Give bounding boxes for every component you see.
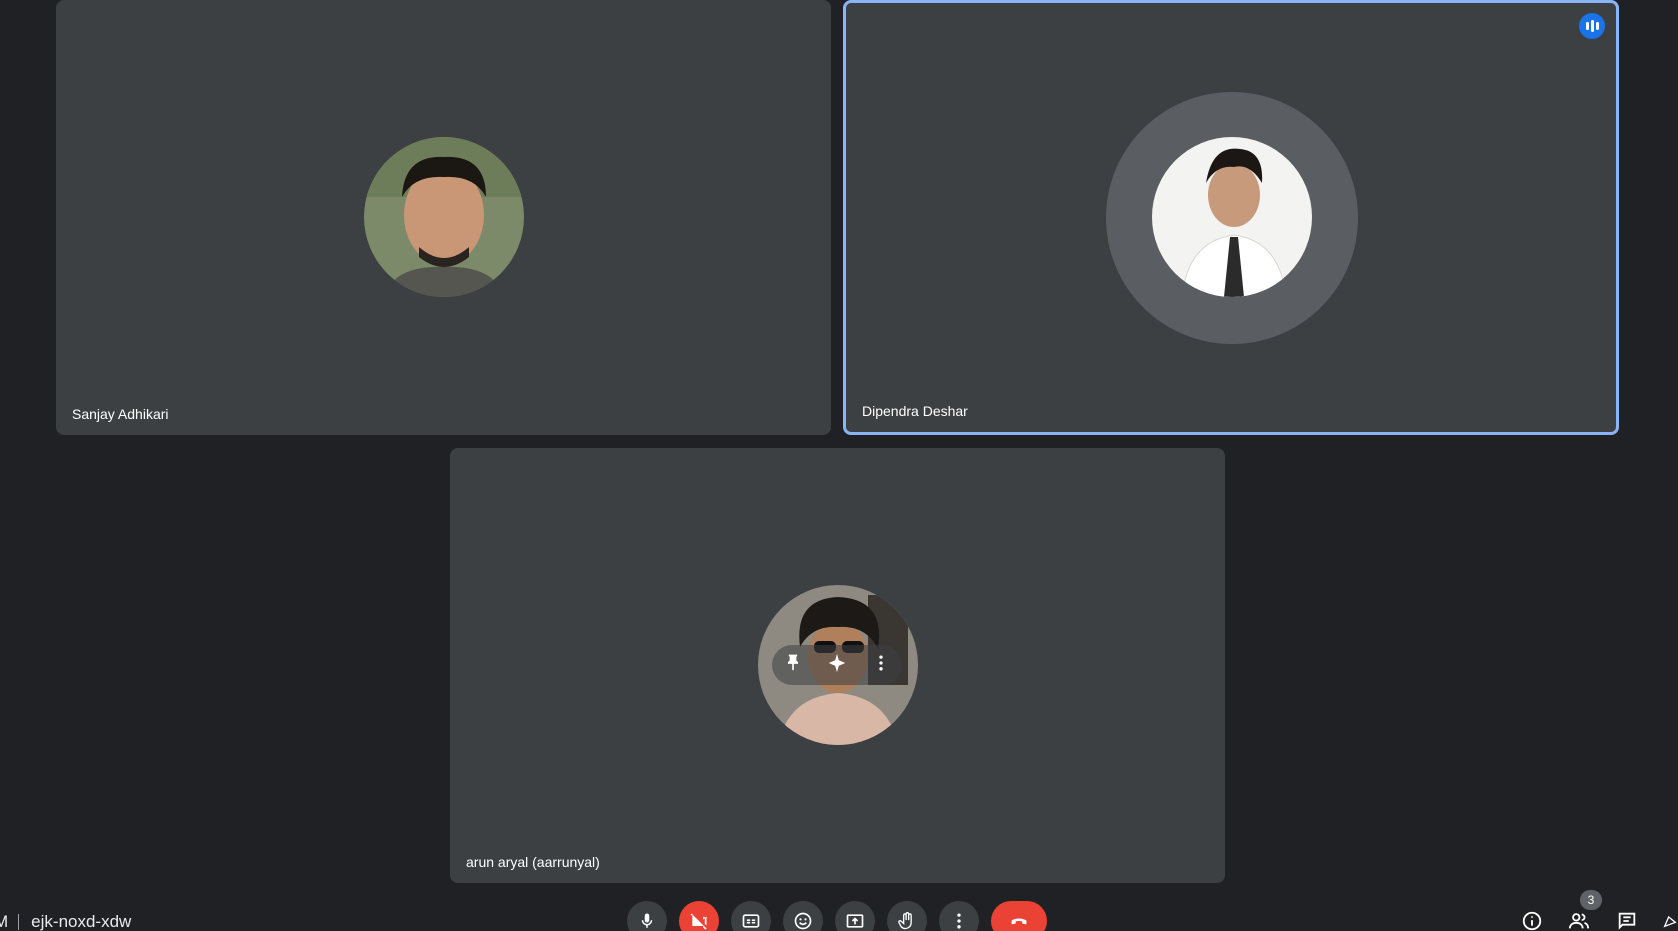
more-options-button[interactable]	[939, 901, 979, 931]
raise-hand-button[interactable]	[887, 901, 927, 931]
participant-avatar	[364, 137, 524, 297]
people-count-badge: 3	[1580, 890, 1602, 910]
captions-icon	[742, 914, 760, 928]
leave-call-button[interactable]	[991, 901, 1047, 931]
more-vert-icon[interactable]	[871, 653, 891, 678]
more-vert-icon	[957, 913, 961, 929]
call-controls	[0, 901, 1678, 931]
activities-icon	[1663, 915, 1677, 928]
chat-button[interactable]	[1614, 908, 1640, 931]
present-screen-icon	[846, 914, 864, 928]
camera-button[interactable]	[679, 901, 719, 931]
camera-off-icon	[690, 913, 707, 930]
participant-tile-active[interactable]: Dipendra Deshar	[843, 0, 1619, 435]
captions-button[interactable]	[731, 901, 771, 931]
participant-name: Sanjay Adhikari	[72, 406, 169, 422]
participant-name: arun aryal (aarrunyal)	[466, 854, 600, 870]
mic-icon	[641, 913, 653, 928]
pin-icon[interactable]	[783, 653, 803, 678]
reactions-button[interactable]	[783, 901, 823, 931]
tile-hover-controls	[772, 645, 902, 685]
speaking-indicator-icon	[1579, 13, 1605, 39]
participant-tile[interactable]: Sanjay Adhikari	[56, 0, 831, 435]
meet-stage: Sanjay Adhikari Dipendra Deshar arun ary…	[0, 0, 1678, 931]
sparkle-icon[interactable]	[826, 652, 848, 679]
activities-button[interactable]	[1662, 908, 1678, 931]
emoji-icon	[794, 912, 812, 930]
chat-icon	[1618, 912, 1636, 930]
meeting-info-button[interactable]	[1519, 908, 1545, 931]
info-icon	[1522, 911, 1542, 931]
participant-name: Dipendra Deshar	[862, 403, 968, 419]
present-button[interactable]	[835, 901, 875, 931]
hand-icon	[898, 912, 912, 930]
people-button[interactable]	[1566, 908, 1592, 931]
call-end-icon	[1011, 918, 1027, 925]
participant-avatar	[1152, 137, 1312, 297]
mic-button[interactable]	[627, 901, 667, 931]
people-icon	[1568, 913, 1590, 929]
